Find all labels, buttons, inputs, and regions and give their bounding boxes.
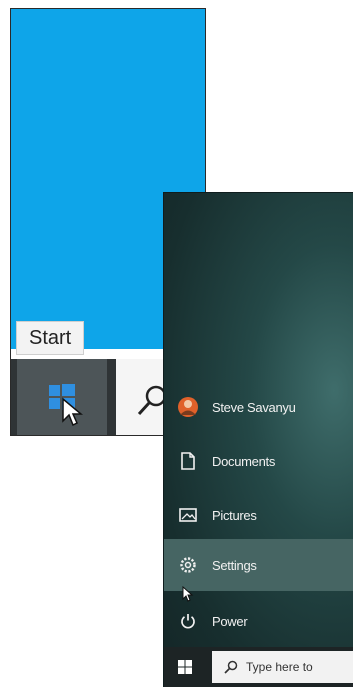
menu-item-pictures[interactable]: Pictures: [164, 489, 353, 541]
menu-item-power[interactable]: Power: [164, 595, 353, 647]
menu-item-settings[interactable]: Settings: [164, 539, 353, 602]
document-icon: [181, 452, 195, 470]
power-icon: [181, 614, 195, 629]
start-tooltip: Start: [16, 321, 85, 355]
start-button[interactable]: [164, 647, 206, 687]
user-avatar-icon: [178, 397, 198, 417]
gear-icon: [180, 557, 196, 573]
taskbar-search-box[interactable]: Type here to: [212, 651, 353, 683]
search-icon: [224, 660, 238, 674]
start-button[interactable]: [17, 359, 107, 435]
menu-item-label: Documents: [212, 453, 276, 469]
mouse-cursor-icon: [62, 397, 83, 427]
menu-item-account[interactable]: Steve Savanyu: [164, 381, 353, 433]
menu-item-label: Steve Savanyu: [212, 399, 296, 415]
menu-item-documents[interactable]: Documents: [164, 435, 353, 487]
pictures-icon: [179, 508, 197, 522]
menu-item-label: Settings: [212, 557, 257, 573]
menu-item-label: Power: [212, 613, 248, 629]
windows-logo-icon: [178, 660, 192, 674]
taskbar: Type here to: [164, 647, 353, 687]
menu-item-label: Pictures: [212, 507, 257, 523]
search-placeholder: Type here to: [246, 660, 313, 674]
screenshot-stage: Start Steve Savanyu Documents Pictures S…: [0, 0, 353, 687]
start-menu: Steve Savanyu Documents Pictures Setting…: [163, 192, 353, 687]
